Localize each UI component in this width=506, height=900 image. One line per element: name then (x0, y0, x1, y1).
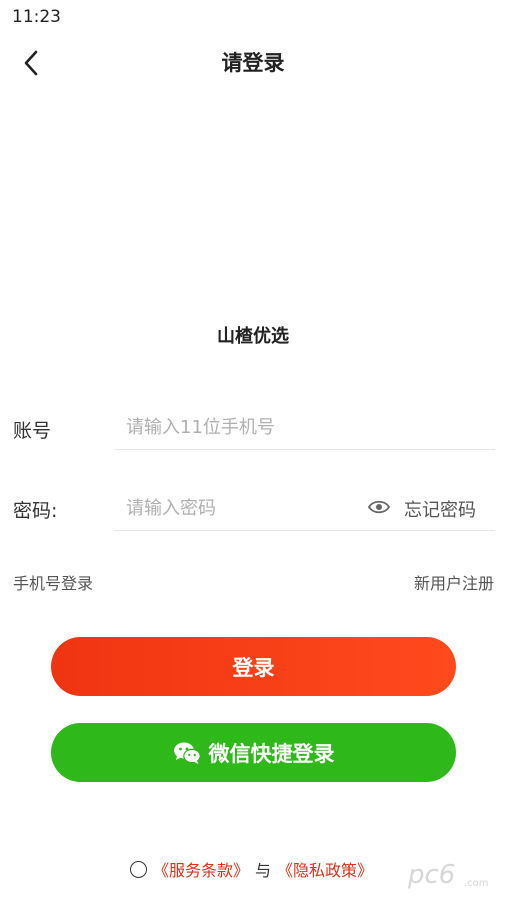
agreement-row: 《服务条款》 与 《隐私政策》 (130, 857, 373, 881)
terms-link[interactable]: 《服务条款》 (153, 857, 249, 881)
pc6-watermark-logo: pc6 .com (407, 860, 489, 890)
wechat-login-button[interactable]: 微信快捷登录 (51, 723, 456, 782)
account-input[interactable] (114, 406, 495, 450)
login-button[interactable]: 登录 (51, 637, 456, 696)
forgot-password-link[interactable]: 忘记密码 (404, 496, 476, 522)
phone-login-link[interactable]: 手机号登录 (13, 570, 93, 594)
password-label: 密码: (13, 500, 58, 522)
status-time: 11:23 (12, 7, 61, 27)
wechat-icon (173, 742, 201, 764)
wechat-login-label: 微信快捷登录 (208, 741, 335, 766)
eye-icon[interactable] (368, 498, 390, 516)
agreement-and: 与 (255, 861, 272, 880)
agreement-radio[interactable] (130, 860, 147, 878)
watermark-sub: .com (464, 878, 489, 889)
register-link[interactable]: 新用户注册 (414, 570, 494, 594)
account-label: 账号 (13, 420, 52, 442)
app-name: 山楂优选 (217, 326, 289, 347)
page-title: 请登录 (221, 51, 285, 75)
privacy-link[interactable]: 《隐私政策》 (277, 857, 373, 881)
login-button-label: 登录 (232, 655, 275, 680)
watermark-text: pc6 (407, 860, 455, 890)
